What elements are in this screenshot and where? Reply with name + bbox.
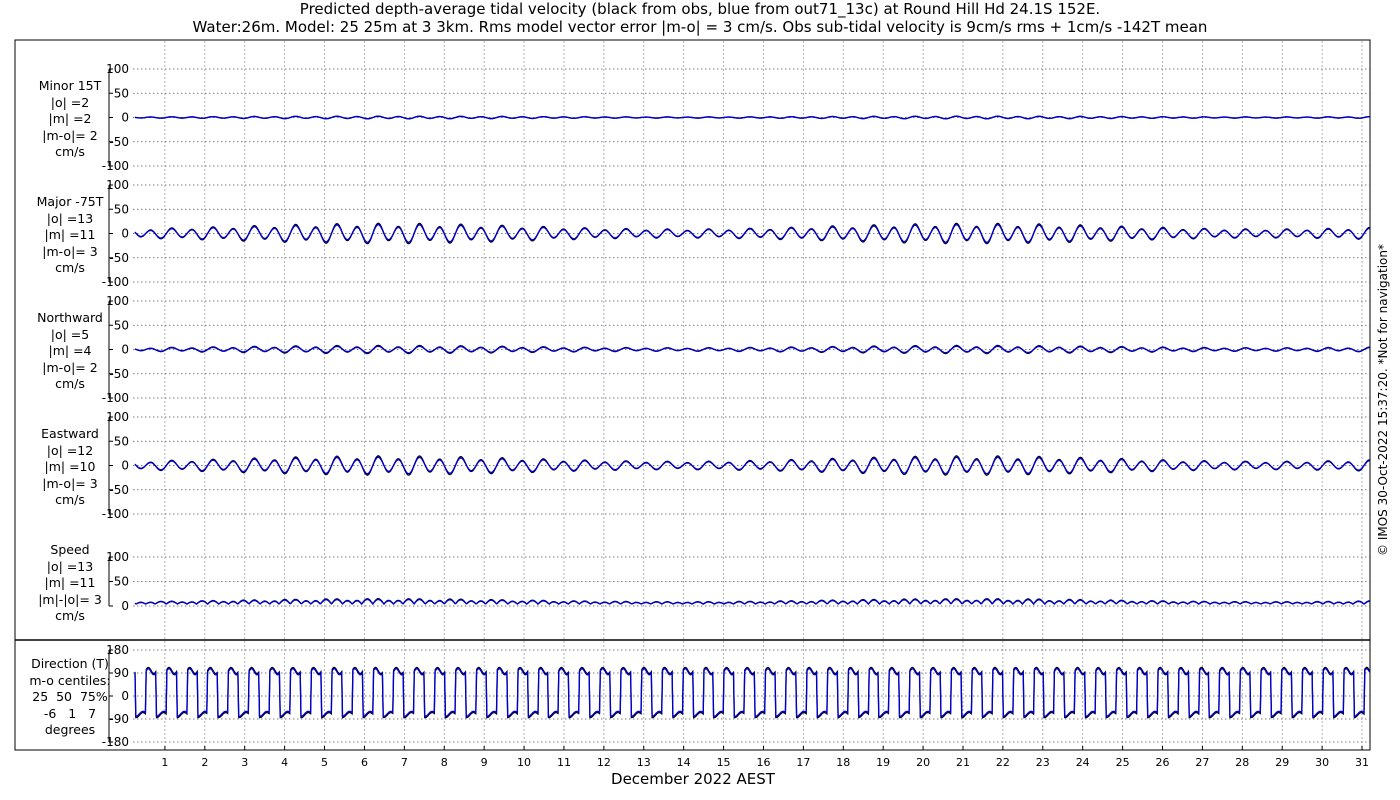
panel-label-line: |m| =11: [44, 575, 96, 590]
x-tick-label: 6: [361, 756, 368, 769]
y-tick-label: 100: [106, 294, 129, 308]
panel-label-line: |m| =2: [48, 111, 92, 126]
panel-label-minor: Minor 15T |o| =2 |m| =2 |m-o|= 2 cm/s: [10, 78, 130, 161]
x-tick-label: 16: [756, 756, 770, 769]
x-tick-label: 27: [1195, 756, 1209, 769]
panel-label-eastward: Eastward |o| =12 |m| =10 |m-o|= 3 cm/s: [10, 426, 130, 509]
panel-label-line: cm/s: [55, 608, 85, 623]
y-tick-label: 100: [106, 410, 129, 424]
panel-label-line: degrees: [44, 722, 96, 737]
panel-label-major: Major -75T |o| =13 |m| =11 |m-o|= 3 cm/s: [10, 194, 130, 277]
minor-model-line: [134, 115, 1370, 120]
panel-label-line: |m| =11: [44, 227, 96, 242]
panel-label-line: Northward: [37, 310, 103, 325]
major-model-line: [134, 223, 1370, 244]
x-tick-label: 19: [876, 756, 890, 769]
x-tick-label: 24: [1076, 756, 1090, 769]
x-tick-label: 20: [916, 756, 930, 769]
panel-label-line: |m-o|= 3: [42, 475, 98, 491]
panel-label-line: m-o centiles:: [29, 672, 111, 688]
x-tick-label: 17: [796, 756, 810, 769]
panel-label-line: |m-o|= 2: [42, 127, 98, 143]
y-tick-label: 100: [106, 62, 129, 76]
panel-label-line: |m| =10: [44, 459, 96, 474]
x-axis-label: December 2022 AEST: [611, 770, 776, 788]
x-tick-label: 14: [677, 756, 691, 769]
y-tick-label: 180: [106, 643, 129, 657]
panel-label-line: Direction (T): [31, 656, 109, 671]
panel-label-line: |o| =12: [46, 442, 94, 458]
x-tick-label: 4: [281, 756, 288, 769]
x-tick-label: 9: [481, 756, 488, 769]
x-tick-label: 15: [717, 756, 731, 769]
x-tick-label: 12: [597, 756, 611, 769]
direction-model-line: [134, 667, 1371, 718]
x-tick-label: 13: [637, 756, 651, 769]
panel-label-direction: Direction (T) m-o centiles: 25 50 75% -6 1 …: [10, 656, 130, 739]
panel-label-line: Speed: [50, 542, 90, 557]
x-tick-label: 23: [1036, 756, 1050, 769]
y-tick-label: -100: [102, 391, 129, 405]
y-tick-label: -100: [102, 507, 129, 521]
x-tick-label: 2: [201, 756, 208, 769]
panel-label-line: |o| =2: [50, 94, 90, 110]
x-tick-label: 11: [557, 756, 571, 769]
x-tick-label: 29: [1275, 756, 1289, 769]
panel-label-northward: Northward |o| =5 |m| =4 |m-o|= 2 cm/s: [10, 310, 130, 393]
x-tick-label: 30: [1315, 756, 1329, 769]
x-tick-label: 5: [321, 756, 328, 769]
x-tick-label: 8: [441, 756, 448, 769]
panel-label-line: 25 50 75%: [32, 689, 108, 704]
x-tick-label: 28: [1235, 756, 1249, 769]
copyright-stamp: © IMOS 30-Oct-2022 15:37:20. *Not for na…: [1376, 244, 1390, 556]
figure-frame: [14, 39, 1371, 751]
panel-label-line: -6 1 7: [43, 705, 97, 721]
x-tick-label: 10: [517, 756, 531, 769]
panel-label-line: |m-o|= 2: [42, 359, 98, 375]
y-tick-label: -100: [102, 159, 129, 173]
panel-label-line: |m-o|= 3: [42, 243, 98, 259]
x-tick-label: 21: [956, 756, 970, 769]
panel-label-line: |o| =5: [50, 326, 90, 342]
y-tick-label: -100: [102, 275, 129, 289]
eastward-model-line: [134, 456, 1370, 475]
x-tick-label: 26: [1156, 756, 1170, 769]
x-tick-label: 1: [161, 756, 168, 769]
panel-label-line: Minor 15T: [38, 78, 102, 93]
x-tick-label: 7: [401, 756, 408, 769]
panel-label-line: Major -75T: [36, 194, 104, 209]
panel-label-line: Eastward: [41, 426, 99, 441]
panel-label-speed: Speed |o| =13 |m| =11 |m|-|o|= 3 cm/s: [10, 542, 130, 625]
panel-label-line: |o| =13: [46, 558, 94, 574]
panel-label-line: cm/s: [55, 376, 85, 391]
tidal-chart: 1 2 3 4 5 6 7 8 9 10 11 12 13 14 15 16 17 18 19 20 21 22 23 24 2…: [14, 39, 1371, 788]
panel-label-line: |m| =4: [48, 343, 92, 358]
x-tick-label: 31: [1355, 756, 1369, 769]
panel-label-line: cm/s: [55, 144, 85, 159]
panel-label-line: |m|-|o|= 3: [38, 591, 102, 607]
panel-label-line: cm/s: [55, 492, 85, 507]
x-tick-label: 25: [1116, 756, 1130, 769]
x-tick-label: 18: [836, 756, 850, 769]
x-tick-label: 3: [241, 756, 248, 769]
panel-label-line: |o| =13: [46, 210, 94, 226]
y-tick-label: 100: [106, 178, 129, 192]
panel-label-line: cm/s: [55, 260, 85, 275]
x-tick-label: 22: [996, 756, 1010, 769]
